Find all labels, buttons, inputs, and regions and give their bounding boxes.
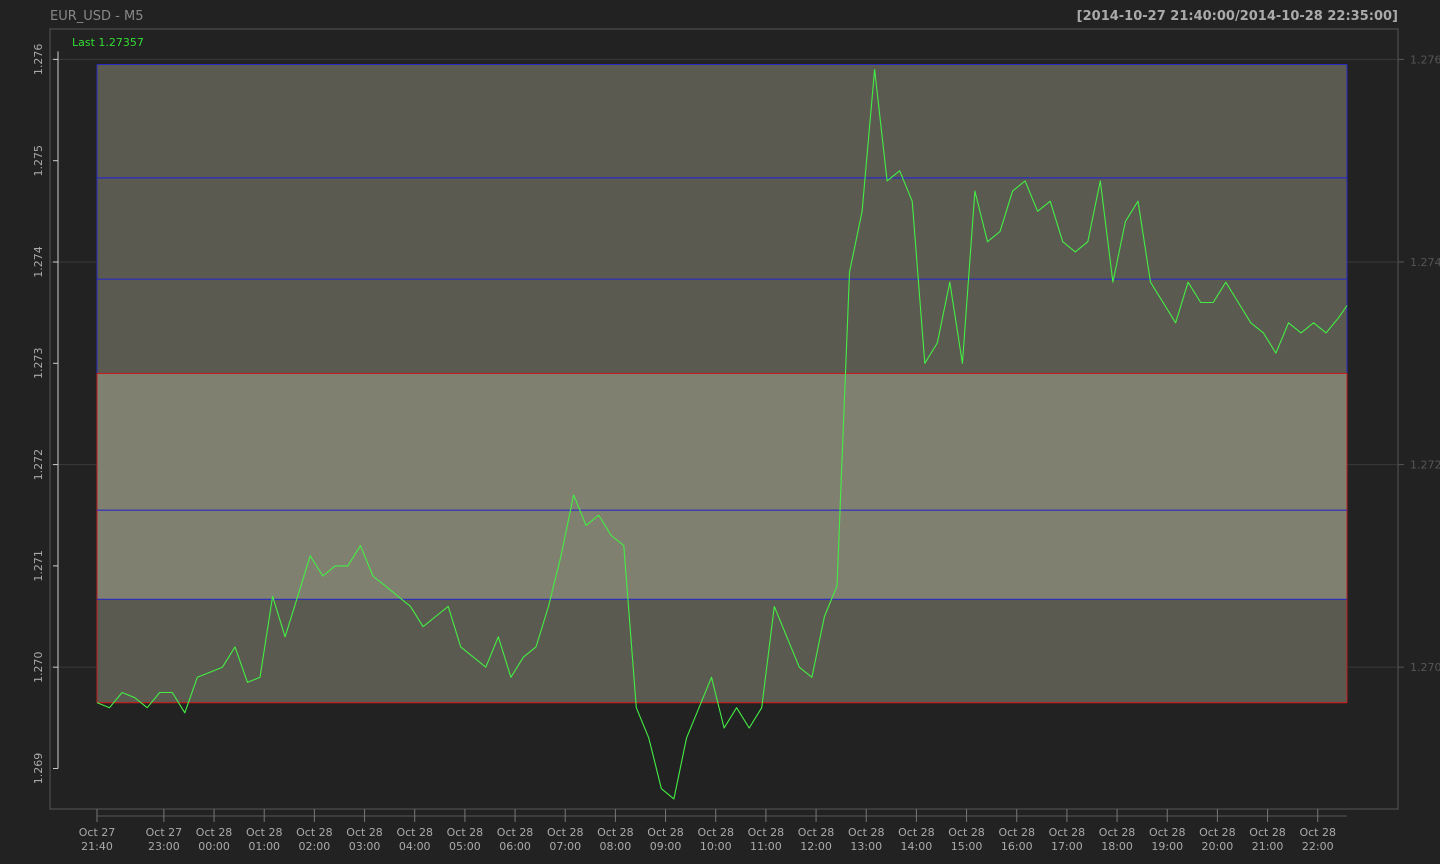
- chart-root: EUR_USD - M5 [2014-10-27 21:40:00/2014-1…: [0, 0, 1440, 860]
- x-tick-time-label: 22:00: [1302, 840, 1334, 853]
- x-tick-date-label: Oct 27: [79, 826, 116, 839]
- x-tick-date-label: Oct 28: [346, 826, 383, 839]
- left-tick-label: 1.275: [32, 145, 45, 177]
- x-tick-time-label: 14:00: [901, 840, 933, 853]
- x-tick-date-label: Oct 28: [1049, 826, 1086, 839]
- x-tick-time-label: 05:00: [449, 840, 481, 853]
- x-tick-time-label: 17:00: [1051, 840, 1083, 853]
- x-tick-date-label: Oct 28: [697, 826, 734, 839]
- x-tick-time-label: 18:00: [1101, 840, 1133, 853]
- x-tick-date-label: Oct 28: [1099, 826, 1136, 839]
- x-tick-time-label: 12:00: [800, 840, 832, 853]
- x-tick-date-label: Oct 28: [597, 826, 634, 839]
- left-tick-label: 1.273: [32, 348, 45, 380]
- left-tick-label: 1.274: [32, 246, 45, 278]
- x-tick-date-label: Oct 28: [497, 826, 534, 839]
- x-tick-time-label: 04:00: [399, 840, 431, 853]
- x-tick-date-label: Oct 28: [898, 826, 935, 839]
- x-tick-time-label: 20:00: [1202, 840, 1234, 853]
- x-tick-date-label: Oct 28: [948, 826, 985, 839]
- range-zones: [96, 63, 1348, 703]
- left-tick-label: 1.271: [32, 550, 45, 582]
- right-tick-label: 1.274: [1410, 256, 1440, 269]
- left-tick-label: 1.269: [32, 753, 45, 785]
- left-tick-label: 1.272: [32, 449, 45, 481]
- x-tick-date-label: Oct 28: [848, 826, 885, 839]
- left-tick-label: 1.276: [32, 44, 45, 76]
- chart-title: EUR_USD - M5: [50, 9, 143, 24]
- x-tick-date-label: Oct 28: [748, 826, 785, 839]
- x-tick-date-label: Oct 28: [1149, 826, 1186, 839]
- x-tick-date-label: Oct 28: [998, 826, 1035, 839]
- x-tick-date-label: Oct 28: [1249, 826, 1286, 839]
- x-tick-date-label: Oct 28: [798, 826, 835, 839]
- x-tick-time-label: 19:00: [1151, 840, 1183, 853]
- x-tick-time-label: 02:00: [299, 840, 331, 853]
- x-tick-date-label: Oct 28: [1199, 826, 1236, 839]
- x-tick-date-label: Oct 28: [196, 826, 233, 839]
- x-tick-time-label: 10:00: [700, 840, 732, 853]
- zone-middle: [97, 373, 1347, 600]
- zone-lower: [97, 599, 1347, 703]
- x-tick-date-label: Oct 28: [647, 826, 684, 839]
- left-tick-label: 1.270: [32, 651, 45, 683]
- x-tick-time-label: 13:00: [850, 840, 882, 853]
- x-tick-time-label: 00:00: [198, 840, 230, 853]
- x-tick-time-label: 15:00: [951, 840, 983, 853]
- x-tick-date-label: Oct 28: [547, 826, 584, 839]
- x-tick-time-label: 06:00: [499, 840, 531, 853]
- x-tick-date-label: Oct 28: [296, 826, 333, 839]
- x-tick-time-label: 23:00: [148, 840, 180, 853]
- price-chart: EUR_USD - M5 [2014-10-27 21:40:00/2014-1…: [0, 0, 1440, 860]
- x-tick-time-label: 21:00: [1252, 840, 1284, 853]
- right-tick-label: 1.276: [1410, 53, 1440, 66]
- x-tick-date-label: Oct 28: [246, 826, 283, 839]
- x-tick-time-label: 08:00: [600, 840, 632, 853]
- x-tick-date-label: Oct 28: [396, 826, 433, 839]
- x-tick-time-label: 01:00: [248, 840, 280, 853]
- last-price-label: Last 1.27357: [72, 36, 144, 49]
- x-tick-time-label: 11:00: [750, 840, 782, 853]
- x-axis: Oct 2721:40Oct 2723:00Oct 2800:00Oct 280…: [79, 809, 1347, 853]
- x-tick-time-label: 09:00: [650, 840, 682, 853]
- x-tick-time-label: 07:00: [549, 840, 581, 853]
- x-tick-date-label: Oct 27: [146, 826, 183, 839]
- zone-upper: [97, 64, 1347, 374]
- x-tick-date-label: Oct 28: [447, 826, 484, 839]
- right-tick-label: 1.270: [1410, 661, 1440, 674]
- x-tick-time-label: 03:00: [349, 840, 381, 853]
- x-tick-date-label: Oct 28: [1299, 826, 1336, 839]
- date-range-label: [2014-10-27 21:40:00/2014-10-28 22:35:00…: [1077, 9, 1398, 24]
- right-tick-label: 1.272: [1410, 459, 1440, 472]
- x-tick-time-label: 21:40: [81, 840, 113, 853]
- x-tick-time-label: 16:00: [1001, 840, 1033, 853]
